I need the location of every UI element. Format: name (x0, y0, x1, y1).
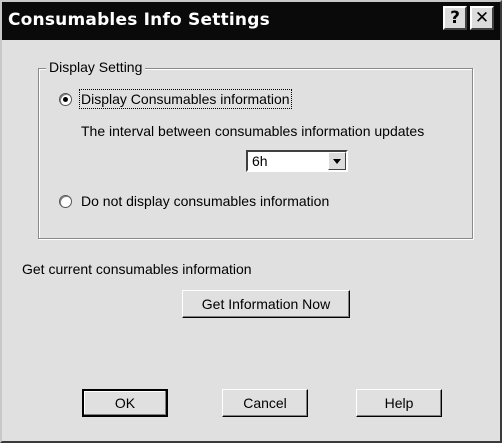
display-consumables-radio[interactable] (59, 93, 72, 106)
display-setting-label: Display Setting (46, 59, 146, 75)
chevron-down-icon[interactable] (328, 152, 346, 170)
do-not-display-radio[interactable] (59, 195, 72, 208)
title-bar[interactable]: Consumables Info Settings ? ✕ (2, 2, 500, 40)
dialog-title: Consumables Info Settings (8, 10, 270, 30)
interval-select-value: 6h (252, 153, 268, 169)
interval-label: The interval between consumables informa… (81, 123, 425, 139)
cancel-button[interactable]: Cancel (222, 389, 308, 417)
get-current-info-label: Get current consumables information (22, 261, 252, 277)
close-icon[interactable]: ✕ (470, 6, 494, 30)
help-button[interactable]: Help (356, 389, 442, 417)
get-information-now-button[interactable]: Get Information Now (182, 290, 350, 318)
ok-button[interactable]: OK (82, 389, 168, 417)
do-not-display-label[interactable]: Do not display consumables information (81, 193, 329, 209)
interval-select[interactable]: 6h (246, 150, 348, 172)
dialog-window: Consumables Info Settings ? ✕ Display Se… (0, 0, 502, 443)
display-consumables-label[interactable]: Display Consumables information (79, 89, 292, 109)
radio-selected-dot (63, 97, 68, 102)
help-icon[interactable]: ? (443, 6, 467, 30)
